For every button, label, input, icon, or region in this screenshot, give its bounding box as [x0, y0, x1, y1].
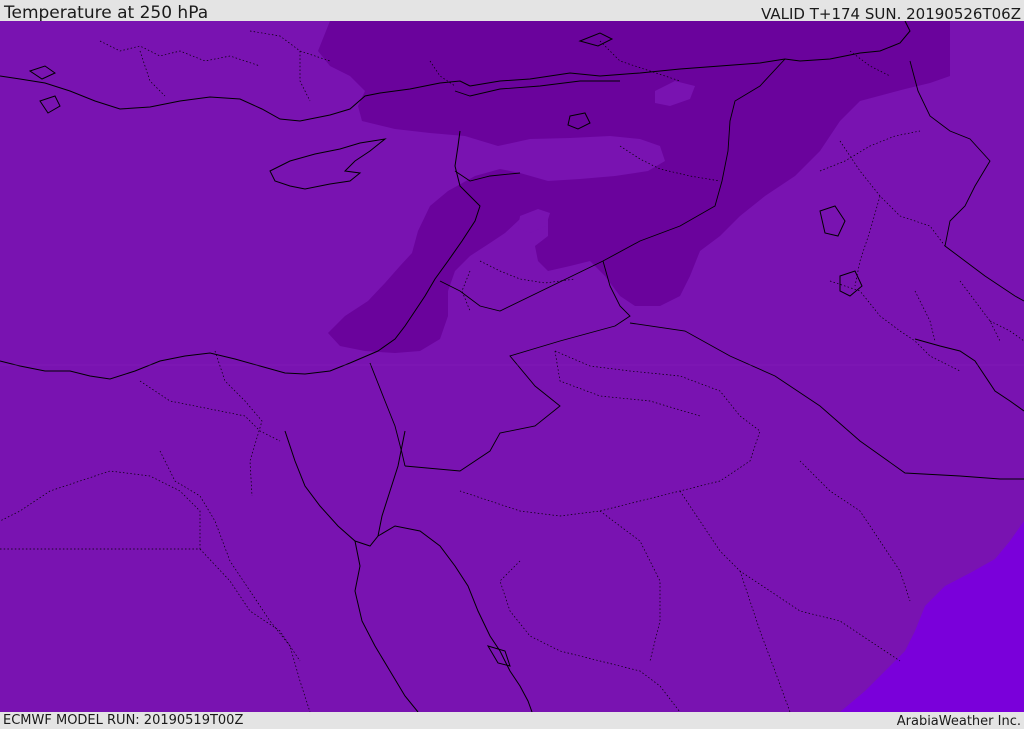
model-run-label: ECMWF MODEL RUN: 20190519T00Z — [3, 713, 244, 728]
credit-label: ArabiaWeather Inc. — [896, 714, 1021, 729]
map-canvas — [0, 21, 1024, 712]
map-frame: Temperature at 250 hPa VALID T+174 SUN. … — [0, 0, 1024, 729]
map-title: Temperature at 250 hPa — [4, 3, 209, 23]
weather-map[interactable] — [0, 21, 1024, 712]
header-bar: Temperature at 250 hPa VALID T+174 SUN. … — [0, 0, 1024, 23]
footer-bar: ECMWF MODEL RUN: 20190519T00Z ArabiaWeat… — [0, 712, 1024, 729]
